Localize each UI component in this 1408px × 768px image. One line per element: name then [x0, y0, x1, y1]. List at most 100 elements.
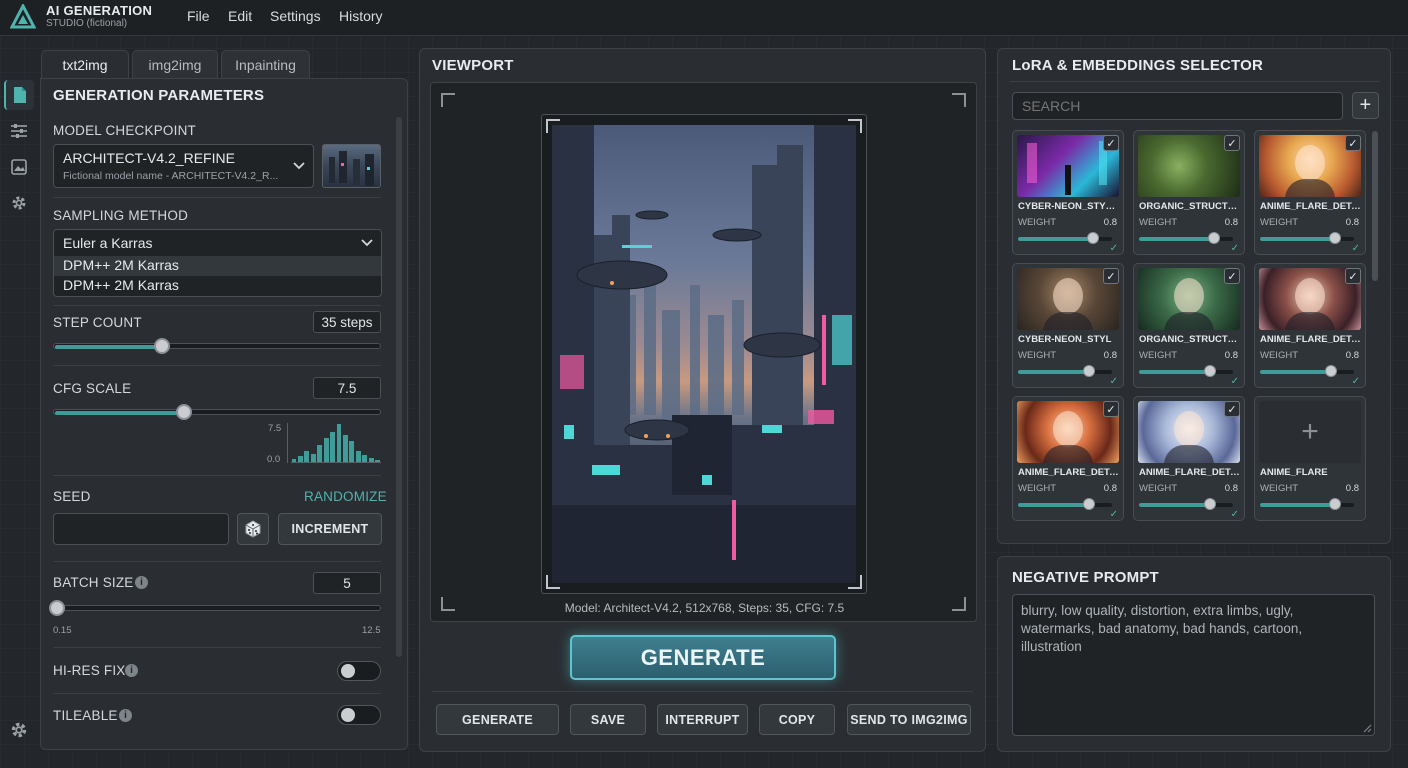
info-icon[interactable]: i [135, 576, 148, 589]
weight-handle[interactable] [1203, 498, 1216, 510]
weight-value[interactable]: 0.8 [1225, 217, 1238, 228]
randomize-link[interactable]: RANDOMIZE [304, 489, 387, 504]
cfg-scale-slider[interactable] [53, 404, 381, 420]
send-to-img2img-button[interactable]: SEND TO IMG2IMG [847, 704, 971, 735]
generated-image-frame[interactable] [541, 114, 867, 594]
menu-settings[interactable]: Settings [270, 8, 321, 24]
lora-card[interactable]: ✓ ORGANIC_STRUCTUR... WEIGHT 0.8 ✓ [1133, 263, 1245, 388]
lora-selected-checkbox[interactable]: ✓ [1224, 135, 1240, 151]
weight-value[interactable]: 0.8 [1225, 350, 1238, 361]
weight-handle[interactable] [1082, 365, 1095, 377]
lora-card[interactable]: + ANIME_FLARE WEIGHT 0.8 [1254, 396, 1366, 521]
weight-handle[interactable] [1208, 232, 1221, 244]
sampling-option[interactable]: DPM++ 2M Karras [63, 277, 179, 293]
lora-search-input[interactable] [1012, 92, 1343, 120]
sampling-method-select[interactable]: Euler a Karras DPM++ 2M Karras DPM++ 2M … [53, 229, 382, 297]
weight-handle[interactable] [1324, 365, 1337, 377]
batch-size-slider[interactable] [49, 600, 381, 616]
add-placeholder-icon[interactable]: + [1259, 401, 1361, 463]
lora-selected-checkbox[interactable]: ✓ [1103, 401, 1119, 417]
interrupt-button[interactable]: INTERRUPT [657, 704, 748, 735]
lora-card[interactable]: ✓ ANIME_FLARE_DETAIL WEIGHT 0.8 ✓ [1012, 396, 1124, 521]
lora-card[interactable]: ✓ ANIME_FLARE_DETAIL WEIGHT 0.8 ✓ [1254, 263, 1366, 388]
dice-button[interactable] [237, 513, 269, 545]
cfg-scale-handle[interactable] [176, 404, 193, 420]
settings-gear-icon[interactable] [4, 715, 34, 745]
weight-slider[interactable] [1139, 365, 1233, 377]
copy-button[interactable]: COPY [759, 704, 835, 735]
tab-img2img[interactable]: img2img [132, 50, 218, 78]
weight-value[interactable]: 0.8 [1346, 483, 1359, 494]
weight-value[interactable]: 0.8 [1104, 350, 1117, 361]
lora-selected-checkbox[interactable]: ✓ [1103, 135, 1119, 151]
document-icon[interactable] [4, 80, 34, 110]
lora-scrollbar[interactable] [1372, 131, 1378, 281]
menu-file[interactable]: File [187, 8, 210, 24]
weight-handle[interactable] [1329, 232, 1342, 244]
weight-slider[interactable] [1260, 232, 1354, 244]
step-count-slider[interactable] [53, 338, 381, 354]
weight-handle[interactable] [1087, 232, 1100, 244]
generation-parameters-panel: GENERATION PARAMETERS MODEL CHECKPOINT A… [40, 78, 408, 750]
resize-handle-icon[interactable] [1362, 723, 1372, 733]
weight-slider[interactable] [1260, 365, 1354, 377]
weight-slider[interactable] [1018, 232, 1112, 244]
gear-icon[interactable] [4, 188, 34, 218]
weight-slider[interactable] [1018, 498, 1112, 510]
save-button[interactable]: SAVE [570, 704, 646, 735]
menu-history[interactable]: History [339, 8, 383, 24]
lora-selected-checkbox[interactable]: ✓ [1345, 268, 1361, 284]
cfg-scale-value[interactable]: 7.5 [313, 377, 381, 399]
weight-slider[interactable] [1139, 232, 1233, 244]
hires-fix-toggle[interactable] [337, 661, 381, 681]
weight-slider[interactable] [1018, 365, 1112, 377]
lora-name: CYBER-NEON_STYLE-V1 [1018, 201, 1120, 212]
check-icon: ✓ [1230, 376, 1239, 387]
seed-input[interactable] [53, 513, 229, 545]
weight-handle[interactable] [1329, 498, 1342, 510]
weight-handle[interactable] [1082, 498, 1095, 510]
histogram-bar [297, 456, 303, 462]
lora-card[interactable]: ✓ ANIME_FLARE_DETAIL WEIGHT 0.8 ✓ [1133, 396, 1245, 521]
menu-edit[interactable]: Edit [228, 8, 252, 24]
model-preview-thumbnail[interactable] [322, 144, 381, 188]
weight-value[interactable]: 0.8 [1225, 483, 1238, 494]
add-lora-button[interactable]: + [1352, 92, 1379, 119]
weight-slider[interactable] [1139, 498, 1233, 510]
model-checkpoint-select[interactable]: ARCHITECT-V4.2_REFINE Fictional model na… [53, 144, 314, 188]
lora-name: ANIME_FLARE_DETAIL [1018, 467, 1120, 478]
image-library-icon[interactable] [4, 152, 34, 182]
weight-value[interactable]: 0.8 [1346, 350, 1359, 361]
sliders-icon[interactable] [4, 116, 34, 146]
panel-scrollbar[interactable] [396, 117, 402, 657]
weight-slider[interactable] [1260, 498, 1354, 510]
lora-selected-checkbox[interactable]: ✓ [1224, 268, 1240, 284]
generate-main-button[interactable]: GENERATE [570, 635, 836, 680]
negative-prompt-textarea[interactable]: blurry, low quality, distortion, extra l… [1012, 594, 1375, 736]
weight-value[interactable]: 0.8 [1104, 217, 1117, 228]
weight-value[interactable]: 0.8 [1346, 217, 1359, 228]
lora-selected-checkbox[interactable]: ✓ [1345, 135, 1361, 151]
tileable-toggle[interactable] [337, 705, 381, 725]
lora-selected-checkbox[interactable]: ✓ [1224, 401, 1240, 417]
info-icon[interactable]: i [125, 664, 138, 677]
lora-card[interactable]: ✓ CYBER-NEON_STYLE-V1 WEIGHT 0.8 ✓ [1012, 130, 1124, 255]
weight-value[interactable]: 0.8 [1104, 483, 1117, 494]
lora-card[interactable]: ✓ CYBER-NEON_STYL WEIGHT 0.8 ✓ [1012, 263, 1124, 388]
info-icon[interactable]: i [119, 709, 132, 722]
batch-size-handle[interactable] [49, 600, 66, 616]
tab-inpainting[interactable]: Inpainting [221, 50, 310, 78]
increment-button[interactable]: INCREMENT [278, 513, 382, 545]
lora-selected-checkbox[interactable]: ✓ [1103, 268, 1119, 284]
step-count-value[interactable]: 35 steps [313, 311, 381, 333]
negative-prompt-title: NEGATIVE PROMPT [1012, 569, 1159, 586]
step-count-handle[interactable] [153, 338, 170, 354]
lora-card[interactable]: ✓ ANIME_FLARE_DETAIL WEIGHT 0.8 ✓ [1254, 130, 1366, 255]
generate-button[interactable]: GENERATE [436, 704, 559, 735]
sampling-option[interactable]: DPM++ 2M Karras [63, 257, 179, 273]
weight-handle[interactable] [1203, 365, 1216, 377]
lora-card[interactable]: ✓ ORGANIC_STRUCTURES WEIGHT 0.8 ✓ [1133, 130, 1245, 255]
batch-size-value[interactable]: 5 [313, 572, 381, 594]
weight-label: WEIGHT [1018, 350, 1056, 361]
tab-txt2img[interactable]: txt2img [41, 50, 129, 79]
